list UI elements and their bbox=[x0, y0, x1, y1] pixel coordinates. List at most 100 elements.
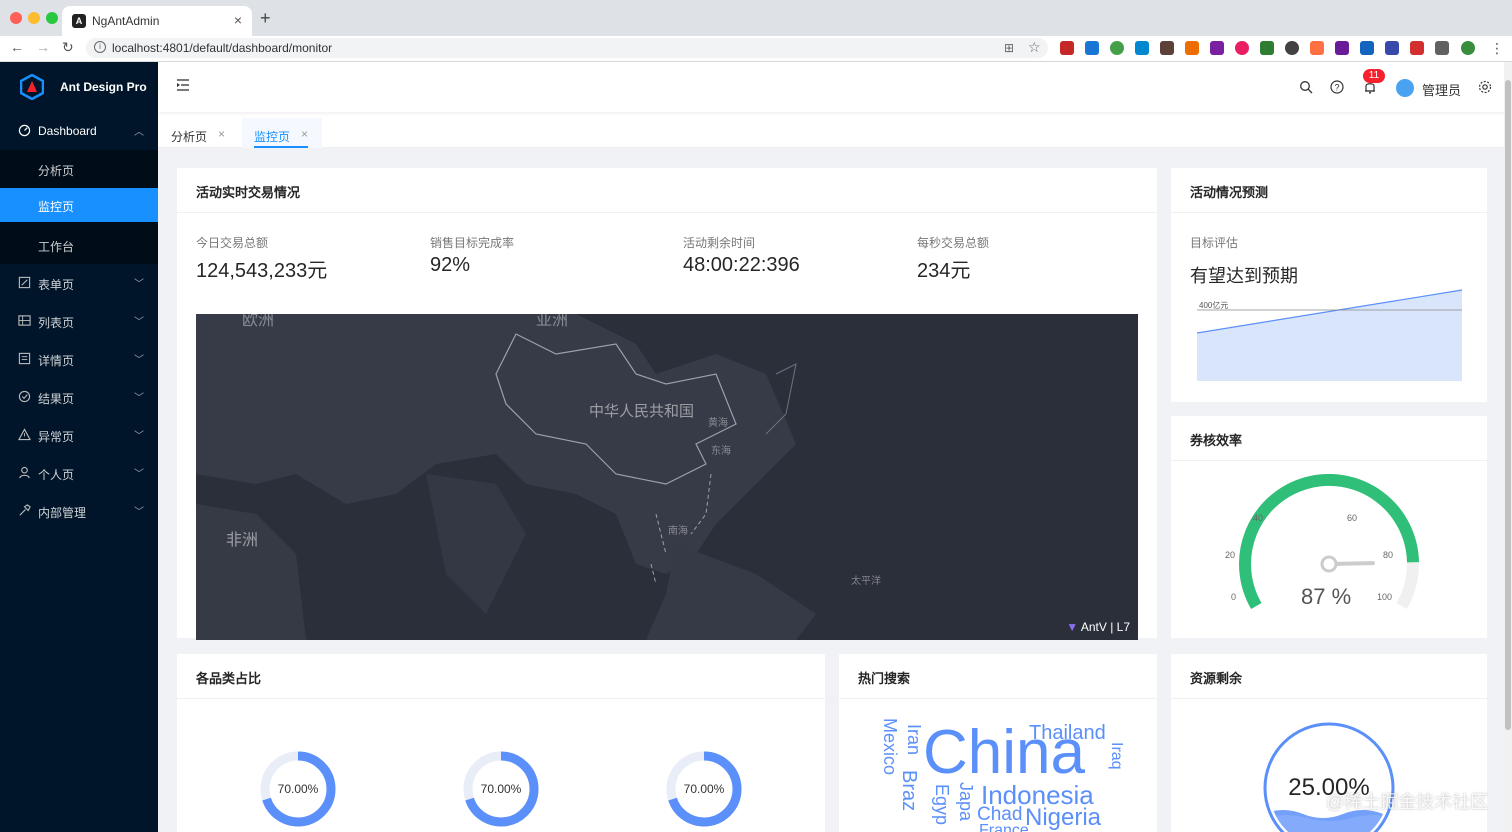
info-icon[interactable]: i bbox=[94, 41, 106, 53]
gauge-tick-label: 0 bbox=[1231, 592, 1237, 602]
stat-value: 234元 bbox=[917, 260, 971, 282]
chevron-up-icon: ︿ bbox=[134, 127, 144, 138]
table-icon bbox=[18, 315, 31, 326]
extension-ya-icon[interactable] bbox=[1185, 41, 1199, 55]
username[interactable]: 管理员 bbox=[1422, 80, 1461, 99]
sidebar: Ant Design Pro Dashboard ︿ 分析页 监控页 工作台 表… bbox=[0, 62, 158, 832]
target-line-label: 400亿元 bbox=[1199, 301, 1229, 310]
gauge-tick-label: 100 bbox=[1377, 592, 1393, 602]
extension-b-icon[interactable] bbox=[1210, 41, 1224, 55]
back-icon[interactable]: ← bbox=[10, 39, 24, 55]
ring-label: 70.00% bbox=[683, 782, 725, 796]
reload-icon[interactable]: ↻ bbox=[62, 39, 74, 56]
minimize-window-button[interactable] bbox=[28, 12, 40, 24]
word-cloud-word: Iran bbox=[904, 724, 924, 756]
sidebar-item-account[interactable]: 个人页 ﹀ bbox=[0, 454, 158, 492]
ring-label: 70.00% bbox=[480, 782, 522, 796]
extension-jh-icon[interactable] bbox=[1385, 41, 1399, 55]
stat-label: 每秒交易总额 bbox=[917, 236, 990, 250]
map-credit[interactable]: ▼ AntV | L7 bbox=[1066, 620, 1130, 634]
stat-label: 销售目标完成率 bbox=[430, 236, 515, 250]
map-label-yellow-sea: 黄海 bbox=[708, 418, 728, 429]
browser-menu-icon[interactable]: ⋮ bbox=[1490, 40, 1504, 57]
sidebar-item-result[interactable]: 结果页 ﹀ bbox=[0, 378, 158, 416]
sidebar-item-monitor[interactable]: 监控页 bbox=[0, 188, 158, 222]
efficiency-card: 券核效率 0 20 40 60 80 100 87 % bbox=[1171, 416, 1487, 638]
forecast-area-chart bbox=[1197, 289, 1462, 381]
word-cloud-word: Mexico bbox=[880, 718, 900, 776]
extension-star-icon[interactable] bbox=[1235, 41, 1249, 55]
close-icon[interactable]: × bbox=[301, 127, 308, 141]
close-icon[interactable]: × bbox=[218, 127, 225, 141]
gauge-tick-label: 60 bbox=[1347, 513, 1358, 523]
extension-flag-icon[interactable] bbox=[1260, 41, 1274, 55]
divider bbox=[839, 698, 1157, 699]
url-text: localhost:4801/default/dashboard/monitor bbox=[112, 41, 333, 55]
sidebar-item-dashboard[interactable]: Dashboard ︿ bbox=[0, 112, 158, 150]
warning-icon bbox=[18, 428, 31, 441]
profile-icon bbox=[18, 352, 31, 365]
profile-avatar-icon[interactable] bbox=[1461, 41, 1475, 55]
close-window-button[interactable] bbox=[10, 12, 22, 24]
word-cloud-word: France bbox=[979, 822, 1029, 832]
browser-tab-title: NgAntAdmin bbox=[92, 14, 160, 28]
logo[interactable]: Ant Design Pro bbox=[0, 62, 158, 112]
translate-icon[interactable]: ⊞ bbox=[1004, 41, 1014, 55]
sidebar-item-workplace[interactable]: 工作台 bbox=[0, 226, 158, 264]
extension-angular-icon[interactable] bbox=[1410, 41, 1424, 55]
sidebar-item-profile[interactable]: 详情页 ﹀ bbox=[0, 340, 158, 378]
question-circle-icon[interactable]: ? bbox=[1330, 80, 1344, 94]
word-cloud-word: Thailand bbox=[1029, 722, 1106, 744]
sidebar-item-analysis[interactable]: 分析页 bbox=[0, 150, 158, 188]
forward-icon[interactable]: → bbox=[36, 39, 50, 55]
avatar[interactable] bbox=[1396, 79, 1414, 97]
word-cloud-word: Iraq bbox=[1108, 742, 1125, 770]
maximize-window-button[interactable] bbox=[46, 12, 58, 24]
extension-ia-icon[interactable] bbox=[1335, 41, 1349, 55]
map-label-pacific: 太平洋 bbox=[851, 576, 881, 587]
forecast-card: 活动情况预测 目标评估 有望达到预期 400亿元 bbox=[1171, 168, 1487, 402]
extension-js-icon[interactable] bbox=[1060, 41, 1074, 55]
browser-toolbar: ← → ↻ i localhost:4801/default/dashboard… bbox=[0, 36, 1512, 62]
settings-icon[interactable] bbox=[1478, 80, 1492, 94]
menu-fold-icon[interactable] bbox=[176, 79, 190, 91]
efficiency-gauge bbox=[1239, 474, 1419, 609]
sidebar-item-form[interactable]: 表单页 ﹀ bbox=[0, 264, 158, 302]
close-tab-icon[interactable]: × bbox=[234, 12, 242, 28]
extension-color-icon[interactable] bbox=[1110, 41, 1124, 55]
extension-s-icon[interactable] bbox=[1135, 41, 1149, 55]
tool-icon bbox=[19, 504, 31, 516]
extension-w-icon[interactable] bbox=[1360, 41, 1374, 55]
new-tab-button[interactable]: + bbox=[260, 8, 271, 29]
extension-st-icon[interactable] bbox=[1160, 41, 1174, 55]
map-label-china: 中华人民共和国 bbox=[589, 403, 695, 420]
angular-icon: A bbox=[72, 14, 86, 28]
chevron-down-icon: ﹀ bbox=[134, 279, 144, 290]
stat-label: 今日交易总额 bbox=[196, 236, 269, 250]
gauge-value: 87 % bbox=[1301, 584, 1352, 609]
divider bbox=[177, 698, 825, 699]
map-credit-text: AntV | L7 bbox=[1080, 620, 1130, 634]
bookmark-star-icon[interactable]: ☆ bbox=[1028, 39, 1041, 56]
scrollbar-thumb[interactable] bbox=[1505, 80, 1511, 730]
map-label-europe: 欧洲 bbox=[242, 314, 275, 329]
card-title: 活动情况预测 bbox=[1190, 185, 1269, 200]
extensions-puzzle-icon[interactable] bbox=[1435, 41, 1449, 55]
sidebar-item-list[interactable]: 列表页 ﹀ bbox=[0, 302, 158, 340]
realtime-card: 活动实时交易情况 今日交易总额 124,543,233元 销售目标完成率 92%… bbox=[177, 168, 1157, 640]
sidebar-item-label: Dashboard bbox=[38, 124, 97, 138]
tab-monitor[interactable]: 监控页 × bbox=[254, 122, 308, 148]
extension-eyes-icon[interactable] bbox=[1285, 41, 1299, 55]
search-icon[interactable] bbox=[1299, 80, 1313, 94]
tab-analysis[interactable]: 分析页 × bbox=[171, 122, 225, 148]
sidebar-item-exception[interactable]: 异常页 ﹀ bbox=[0, 416, 158, 454]
address-bar[interactable]: i localhost:4801/default/dashboard/monit… bbox=[86, 38, 1048, 58]
sidebar-item-system[interactable]: 内部管理 ﹀ bbox=[0, 492, 158, 530]
sidebar-item-label: 列表页 bbox=[38, 316, 75, 330]
sidebar-item-label: 详情页 bbox=[38, 354, 75, 368]
map-view[interactable]: 欧洲 亚洲 中华人民共和国 黄海 东海 南海 非洲 太平洋 ▼ AntV | L… bbox=[196, 314, 1138, 640]
extension-tree-icon[interactable] bbox=[1310, 41, 1324, 55]
route-tabs: 分析页 × 监控页 × bbox=[158, 118, 1512, 148]
extension-download-icon[interactable] bbox=[1085, 41, 1099, 55]
browser-tab[interactable]: A NgAntAdmin × bbox=[62, 6, 252, 36]
